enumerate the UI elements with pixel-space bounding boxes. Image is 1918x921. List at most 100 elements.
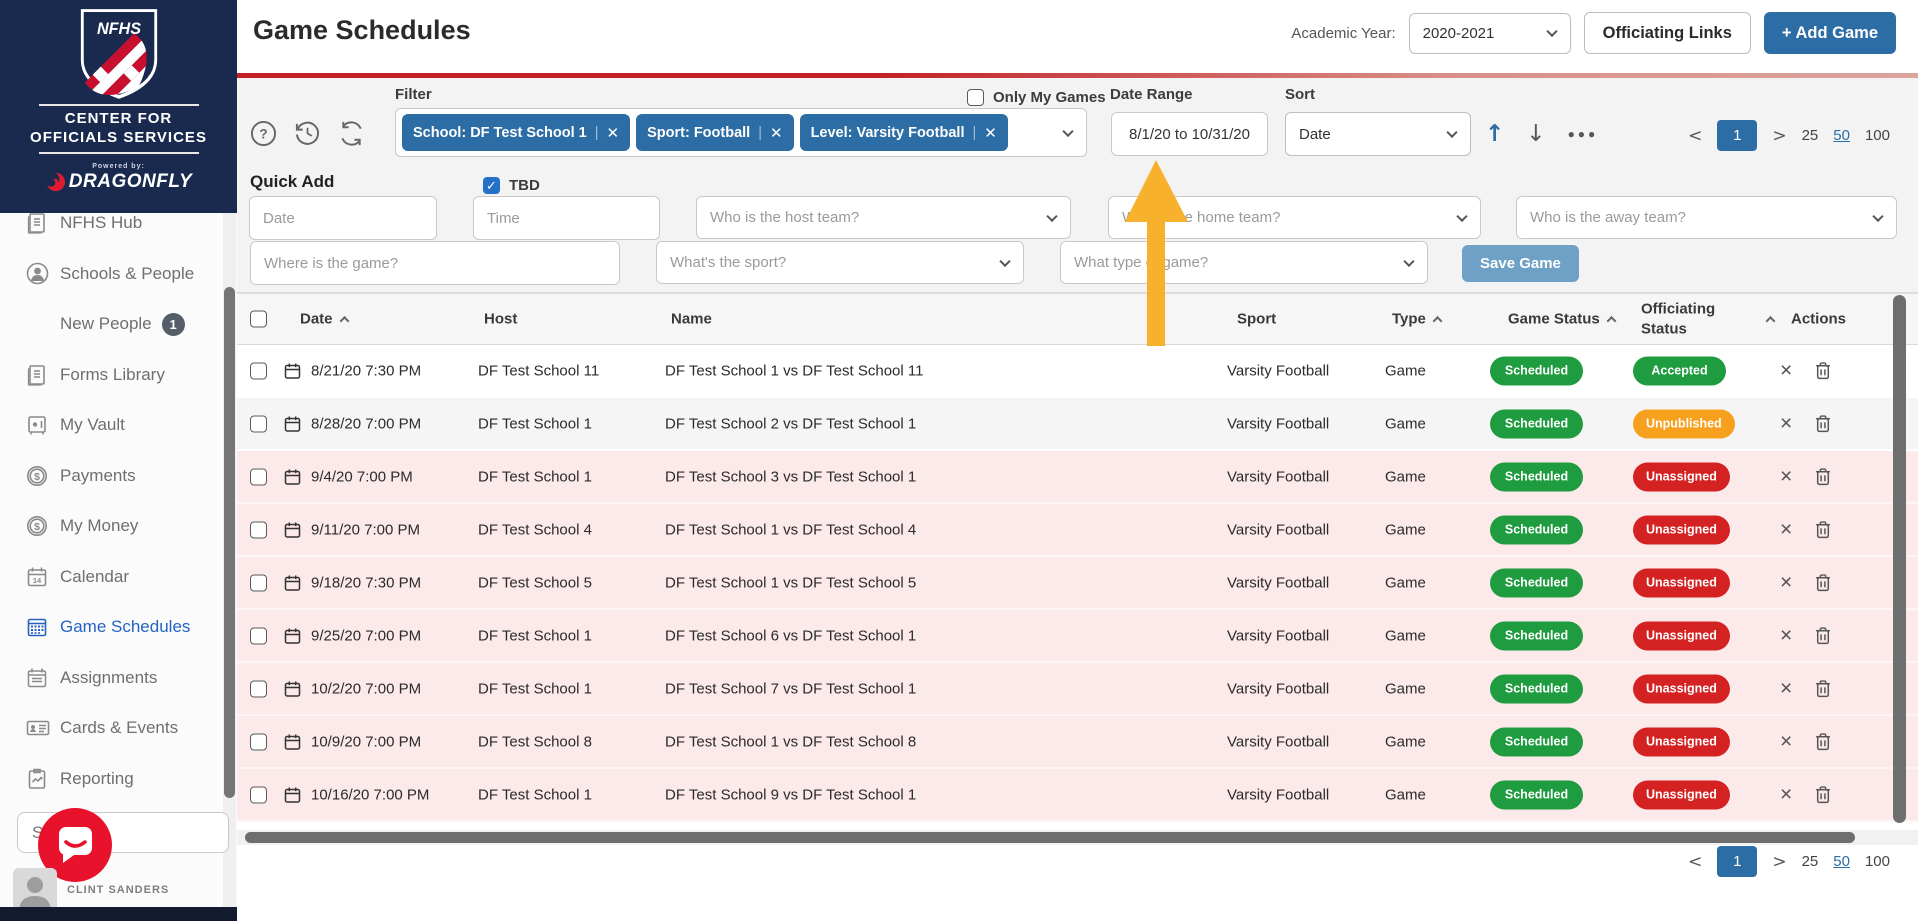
remove-icon[interactable]: × <box>1780 465 1792 489</box>
history-icon[interactable] <box>294 120 321 152</box>
current-page-indicator[interactable]: 1 <box>1717 846 1758 877</box>
sort-descending-icon[interactable]: ↓ <box>1526 121 1545 147</box>
page-next-button[interactable]: > <box>1772 852 1786 872</box>
trash-icon[interactable] <box>1815 467 1831 486</box>
sidebar-scrollbar[interactable] <box>223 213 236 907</box>
tbd-option[interactable]: ✓ TBD <box>483 177 540 194</box>
trash-icon[interactable] <box>1815 679 1831 698</box>
game-type-select[interactable]: What type of game? <box>1060 241 1428 284</box>
row-checkbox[interactable] <box>250 468 267 485</box>
trash-icon[interactable] <box>1815 785 1831 804</box>
filter-chip[interactable]: School: DF Test School 1 | ✕ <box>402 114 631 151</box>
remove-icon[interactable]: × <box>1780 677 1792 701</box>
remove-icon[interactable]: × <box>1780 624 1792 648</box>
page-size-option-100[interactable]: 100 <box>1865 127 1890 144</box>
column-header-name[interactable]: Name <box>671 311 712 328</box>
sidebar-scrollbar-thumb[interactable] <box>224 287 235 798</box>
chip-remove-icon[interactable]: ✕ <box>770 124 783 142</box>
user-row[interactable]: CLINT SANDERS <box>13 868 169 912</box>
officiating-links-button[interactable]: Officiating Links <box>1583 12 1751 54</box>
sort-select[interactable]: Date <box>1285 112 1471 156</box>
dragonfly-logo: DRAGONFLY <box>45 171 192 193</box>
sidebar-item-my-vault[interactable]: My Vault <box>0 400 222 451</box>
host-team-select[interactable]: Who is the host team? <box>696 196 1071 239</box>
sidebar-item-payments[interactable]: $ Payments <box>0 451 222 502</box>
column-header-date[interactable]: Date <box>300 311 349 328</box>
sidebar-item-my-money[interactable]: $ My Money <box>0 501 222 552</box>
horizontal-scrollbar[interactable] <box>237 830 1918 845</box>
current-page-indicator[interactable]: 1 <box>1717 120 1758 151</box>
filter-multiselect[interactable]: School: DF Test School 1 | ✕ Sport: Footbal… <box>395 108 1087 157</box>
page-size-option-25[interactable]: 25 <box>1802 853 1819 870</box>
row-name: DF Test School 9 vs DF Test School 1 <box>665 786 917 803</box>
more-options-icon[interactable]: ●●● <box>1568 127 1599 141</box>
page-size-option-25[interactable]: 25 <box>1802 127 1819 144</box>
add-game-button[interactable]: + Add Game <box>1763 12 1896 54</box>
column-header-type[interactable]: Type <box>1392 311 1443 328</box>
vertical-scrollbar-thumb[interactable] <box>1893 295 1906 823</box>
column-header-host[interactable]: Host <box>484 311 517 328</box>
quick-add-date-input[interactable] <box>249 196 437 240</box>
tbd-checkbox[interactable]: ✓ <box>483 177 500 194</box>
row-checkbox[interactable] <box>250 521 267 538</box>
date-range-input[interactable] <box>1111 112 1268 156</box>
row-checkbox[interactable] <box>250 680 267 697</box>
column-header-game-status[interactable]: Game Status <box>1508 311 1617 328</box>
only-my-games-option[interactable]: Only My Games <box>967 89 1106 106</box>
row-checkbox[interactable] <box>250 574 267 591</box>
sidebar-item-forms-library[interactable]: Forms Library <box>0 350 222 401</box>
remove-icon[interactable]: × <box>1780 359 1792 383</box>
select-all-checkbox[interactable] <box>250 310 267 328</box>
trash-icon[interactable] <box>1815 732 1831 751</box>
row-checkbox[interactable] <box>250 786 267 803</box>
only-my-games-checkbox[interactable] <box>967 89 984 106</box>
remove-icon[interactable]: × <box>1780 783 1792 807</box>
chip-remove-icon[interactable]: ✕ <box>984 124 997 142</box>
remove-icon[interactable]: × <box>1780 571 1792 595</box>
row-checkbox[interactable] <box>250 733 267 750</box>
help-icon[interactable]: ? <box>250 120 277 152</box>
sidebar-item-assignments[interactable]: Assignments <box>0 653 222 704</box>
date-range-label: Date Range <box>1110 86 1193 103</box>
sidebar-item-new-people[interactable]: New People 1 <box>0 299 222 350</box>
sidebar-item-schools-people[interactable]: Schools & People <box>0 249 222 300</box>
row-checkbox[interactable] <box>250 415 267 432</box>
filter-chip[interactable]: Sport: Football | ✕ <box>636 114 794 151</box>
row-checkbox[interactable] <box>250 627 267 644</box>
sport-select[interactable]: What's the sport? <box>656 241 1024 284</box>
horizontal-scrollbar-thumb[interactable] <box>245 832 1855 843</box>
column-header-officiating-status[interactable]: Officiating Status <box>1641 300 1736 339</box>
sidebar-item-nfhs-hub[interactable]: NFHS Hub <box>0 198 222 249</box>
academic-year-select[interactable]: 2020-2021 <box>1408 12 1571 54</box>
column-header-sport[interactable]: Sport <box>1237 311 1276 328</box>
trash-icon[interactable] <box>1815 520 1831 539</box>
sidebar-item-game-schedules[interactable]: Game Schedules <box>0 602 222 653</box>
trash-icon[interactable] <box>1815 414 1831 433</box>
chip-remove-icon[interactable]: ✕ <box>607 124 620 142</box>
row-type: Game <box>1385 362 1426 379</box>
trash-icon[interactable] <box>1815 361 1831 380</box>
page-previous-button[interactable]: < <box>1688 852 1702 872</box>
away-team-select[interactable]: Who is the away team? <box>1516 196 1897 239</box>
row-host: DF Test School 1 <box>478 468 592 485</box>
remove-icon[interactable]: × <box>1780 730 1792 754</box>
sidebar-item-calendar[interactable]: 14 Calendar <box>0 552 222 603</box>
page-next-button[interactable]: > <box>1772 126 1786 146</box>
page-size-option-50[interactable]: 50 <box>1833 853 1850 870</box>
save-game-button[interactable]: Save Game <box>1462 245 1579 282</box>
sort-ascending-icon[interactable]: ↑ <box>1485 121 1504 147</box>
page-size-option-50[interactable]: 50 <box>1833 127 1850 144</box>
trash-icon[interactable] <box>1815 626 1831 645</box>
quick-add-time-input[interactable] <box>473 196 660 240</box>
sidebar-item-cards-events[interactable]: Cards & Events <box>0 703 222 754</box>
sidebar-item-reporting[interactable]: Reporting <box>0 754 222 805</box>
game-location-input[interactable] <box>250 241 620 285</box>
filter-chip[interactable]: Level: Varsity Football | ✕ <box>799 114 1008 151</box>
page-size-option-100[interactable]: 100 <box>1865 853 1890 870</box>
page-previous-button[interactable]: < <box>1688 126 1702 146</box>
row-checkbox[interactable] <box>250 362 267 379</box>
trash-icon[interactable] <box>1815 573 1831 592</box>
remove-icon[interactable]: × <box>1780 412 1792 436</box>
remove-icon[interactable]: × <box>1780 518 1792 542</box>
refresh-icon[interactable] <box>338 120 365 152</box>
